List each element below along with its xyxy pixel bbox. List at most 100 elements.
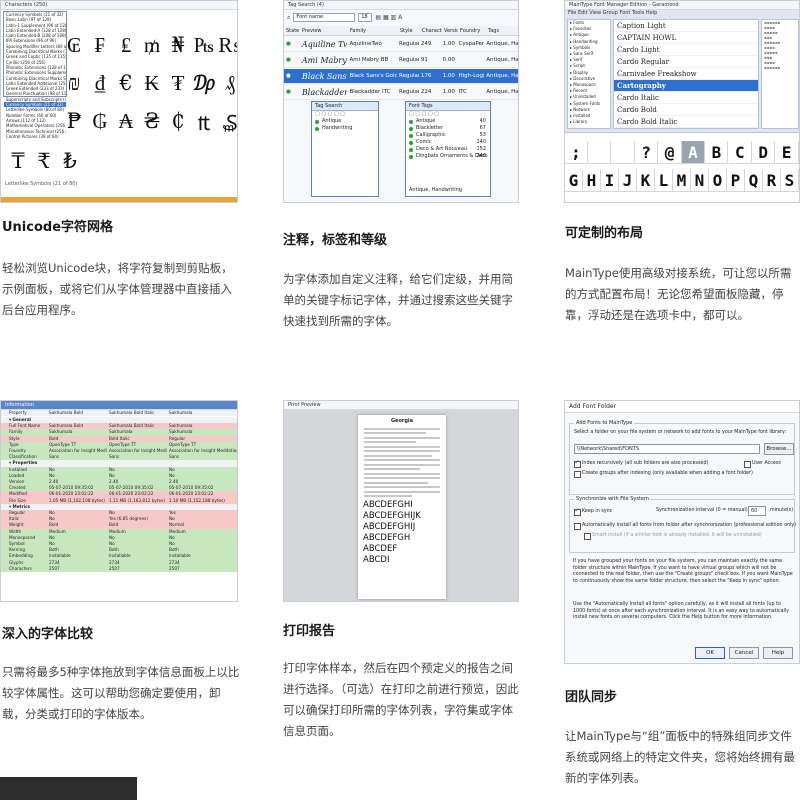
unicode-block-item[interactable]: Phonetic Extensions Supplement (64 of 64… [4,70,66,75]
unicode-block-dropdown[interactable]: Currency Symbols (21 of 32) Basic Latin (… [3,11,67,139]
index-recursive-checkbox[interactable]: Index recursively (all sub folders are a… [574,459,708,468]
unicode-block-item[interactable]: Mathematical Operators (256 of 256) [4,123,66,128]
tag-row[interactable]: ● Blackadder ITCBlackadder ITC Regular224 1… [284,85,518,100]
glyph-cell[interactable]: ₹ [31,149,57,173]
char-cell[interactable]: L [655,169,673,192]
glyph-cell[interactable]: ₸ [5,149,31,173]
char-cell[interactable]: O [709,169,727,192]
keep-in-sync-checkbox[interactable]: Keep in sync [574,507,612,516]
char-cell[interactable]: I [601,169,619,192]
unicode-block-item[interactable]: Letterlike Symbols (80 of 80) [4,107,66,112]
glyph-cell[interactable]: ₯ [191,71,217,96]
view-icons[interactable]: ▤ ▦ ▥ A [375,14,402,21]
column-header[interactable]: Family [348,28,398,34]
column-header[interactable]: Style [398,28,420,34]
char-cell[interactable]: M [673,169,691,192]
char-cell[interactable]: K [637,169,655,192]
char-cell[interactable]: C [728,141,752,164]
auto-install-checkbox[interactable]: Automatically install all fonts from fol… [574,522,796,530]
column-header[interactable]: Preview [300,28,348,34]
glyph-cell[interactable]: ₥ [139,33,165,58]
column-header[interactable]: Version [442,28,458,34]
char-cell[interactable]: ; [565,141,588,164]
tag-row[interactable]: ● Black Sans GoldBlack Sans's GoldRegular… [284,69,518,84]
glyph-cell[interactable]: ₣ [87,33,113,58]
cancel-button[interactable]: Cancel [729,647,759,659]
font-list-row[interactable]: Carnivalee Freakshow [614,68,758,80]
glyph-cell[interactable]: ₲ [87,109,113,137]
column-header[interactable]: Characters [420,28,442,34]
unicode-block-item[interactable]: Greek and Coptic (135 of 135) [4,54,66,59]
glyph-cell[interactable]: ₮ [165,71,191,96]
glyph-cell[interactable]: ₶ [191,109,217,137]
font-tag-item[interactable]: Deco & Art Nouveau 152 [406,146,490,153]
glyph-cell[interactable]: ₭ [139,71,165,96]
font-list-row[interactable]: Caption Light [614,20,758,32]
glyph-cell[interactable]: ₱ [61,109,87,137]
char-cell[interactable]: D [752,141,776,164]
info-column-header[interactable]: Property [1,410,47,416]
char-cell[interactable]: A [682,141,705,164]
glyph-cell[interactable]: ₳ [113,109,139,137]
font-name-filter[interactable]: Font name [293,13,356,22]
smart-install-checkbox[interactable]: Smart install (if a similar font is alre… [584,532,762,540]
unicode-block-item[interactable]: General Punctuation (98 of 111) [4,91,66,96]
tag-row[interactable]: ● Aquiline TwoAquilineTwo Regular249 1.00Cy… [284,37,518,52]
font-list-row[interactable]: Cardo Light [614,44,758,56]
glyph-cell[interactable]: ₦ [165,33,191,58]
font-list-row[interactable]: Cartography [614,80,758,92]
char-cell[interactable] [611,141,635,164]
tag-row[interactable]: ● Ami Mabry BBAmi Mabry BB Regular91 0.00 An… [284,53,518,68]
font-list-row[interactable]: Cardo Italic [614,92,758,104]
glyph-cell[interactable]: ₧ [191,33,217,58]
folder-path-input[interactable]: \\Network\Shared\FONTS [574,444,760,454]
font-list-row[interactable]: CAPTAIN HOWL [614,32,758,44]
font-tag-item[interactable]: Calligraphic 53 [406,132,490,139]
char-cell[interactable]: E [775,141,799,164]
glyph-cell[interactable]: ₪ [61,71,87,96]
glyph-cell[interactable]: € [113,71,139,96]
tag-search-item[interactable]: Antique [312,118,378,125]
glyph-cell[interactable]: ₴ [139,109,165,137]
group-tree-item[interactable]: ▸ Library [568,119,610,125]
tag-search-item[interactable]: Handwriting [312,125,378,132]
glyph-cell[interactable]: ₤ [113,33,139,58]
glyph-cell[interactable]: ₰ [217,71,237,96]
char-cell[interactable]: J [619,169,637,192]
info-column-header[interactable]: Sukhumala [167,410,237,416]
unicode-block-item[interactable]: Control Pictures (39 of 64) [4,134,66,139]
font-tag-item[interactable]: Dingbats Ornaments & Deco 246 [406,153,490,160]
char-cell[interactable]: @ [658,141,682,164]
glyph-cell[interactable]: ₵ [165,109,191,137]
user-access-checkbox[interactable]: User Access [744,460,781,468]
char-cell[interactable]: ? [635,141,659,164]
font-tag-item[interactable]: Blackletter 67 [406,125,490,132]
ok-button[interactable]: OK [695,647,725,659]
info-column-header[interactable]: Sukhumala Bold Italic [107,410,167,416]
info-column-header[interactable]: Sukhumala Bold [47,410,107,416]
char-cell[interactable]: Q [745,169,763,192]
font-list-row[interactable]: Cardo Bold [614,104,758,116]
font-tag-item[interactable]: Comic 140 [406,139,490,146]
char-cell[interactable]: B [705,141,729,164]
menu-bar[interactable]: File Edit View Group Font Tools Help [568,10,798,17]
help-button[interactable]: Help [763,647,793,659]
char-cell[interactable]: P [727,169,745,192]
create-groups-checkbox[interactable]: Create groups after indexing (only avail… [574,470,753,478]
size-select[interactable]: 18 [358,13,373,22]
font-list-row[interactable]: Cardo Bold Italic [614,116,758,128]
char-cell[interactable]: N [691,169,709,192]
info-row[interactable]: Characters 2507 2507 2507 [1,565,237,572]
char-cell[interactable]: R [763,169,781,192]
char-cell[interactable]: H [583,169,601,192]
browse-button[interactable]: Browse... [764,443,794,455]
char-cell[interactable]: G [565,169,583,192]
column-header[interactable]: State [284,28,300,34]
column-header[interactable]: Tags [486,28,518,34]
glyph-cell[interactable]: ₺ [57,149,83,173]
column-header[interactable]: Foundry [458,28,486,34]
glyph-cell[interactable]: ₫ [87,71,113,96]
char-cell[interactable]: S [781,169,799,192]
glyph-cell[interactable]: ₷ [217,109,237,137]
char-cell[interactable] [588,141,612,164]
